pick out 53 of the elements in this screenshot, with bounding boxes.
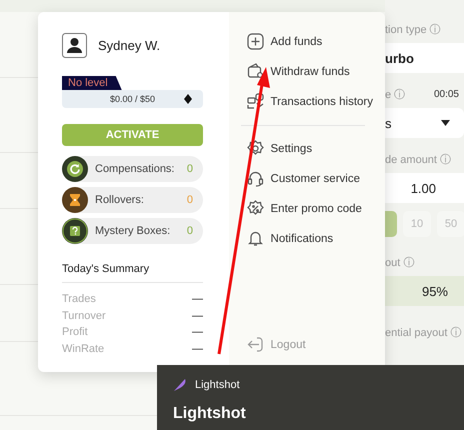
avatar-icon [62, 33, 87, 58]
logout-icon [246, 336, 264, 353]
refresh-icon [62, 156, 88, 182]
user-name: Sydney W. [98, 38, 160, 53]
summary-label: Trades [62, 293, 96, 306]
payout-label: out ⓘ [385, 256, 414, 270]
history-icon [246, 93, 264, 110]
menu-item[interactable]: Customer service [246, 169, 373, 188]
menu-item[interactable]: Transactions history [246, 92, 373, 111]
bonus-count: 0 [186, 194, 193, 206]
headset-icon [246, 170, 264, 187]
time-label: e ⓘ [385, 88, 406, 102]
badge-icon [246, 200, 264, 217]
trade-type-label: tion type ⓘ [385, 22, 441, 37]
summary-title: Today's Summary [62, 263, 203, 283]
trade-type-select[interactable]: urbo [385, 43, 464, 73]
settings-icon [246, 140, 264, 157]
bonus-count: 0 [186, 163, 193, 175]
summary-label: WinRate [62, 342, 104, 355]
level-badge: No level [62, 76, 122, 90]
diamond-icon [184, 94, 192, 104]
wallet-icon [246, 63, 264, 80]
app-name: Lightshot [195, 379, 240, 391]
bonus-row: Mystery Boxes: 0 [62, 218, 203, 244]
summary-value: — [192, 326, 203, 338]
time-select[interactable]: s [385, 108, 464, 138]
level-progress-text: $0.00 / $50 [110, 94, 156, 104]
payout-field: 95% [385, 276, 464, 306]
bonus-count: 0 [186, 225, 193, 237]
summary-value: — [192, 342, 203, 355]
amount-label: de amount ⓘ [385, 152, 452, 167]
bonus-row: Rollovers: 0 [62, 187, 203, 213]
preset-button[interactable] [385, 211, 397, 237]
potential-payout-label: ential payout ⓘ [385, 326, 462, 340]
menu-item[interactable]: Withdraw funds [246, 62, 373, 81]
bell-icon [246, 230, 264, 247]
app-title: Lightshot [173, 405, 247, 423]
amount-field[interactable]: 1.00 [385, 173, 464, 203]
summary-value: — [192, 310, 203, 322]
feather-icon [173, 378, 187, 392]
summary-value: — [192, 293, 203, 306]
dropdown-caret-icon [441, 120, 450, 126]
menu-item[interactable]: Add funds [246, 32, 373, 51]
bonus-row: Compensations: 0 [62, 156, 203, 182]
summary-label: Profit [62, 326, 88, 338]
hourglass-icon [62, 187, 88, 213]
time-value: 00:05 [434, 89, 459, 100]
menu-item[interactable]: Notifications [246, 229, 373, 248]
menu-item[interactable]: Enter promo code [246, 199, 373, 218]
plus-icon [246, 33, 264, 50]
menu-item[interactable]: Settings [246, 139, 373, 158]
summary-label: Turnover [62, 310, 106, 322]
question-box-icon [62, 218, 88, 244]
